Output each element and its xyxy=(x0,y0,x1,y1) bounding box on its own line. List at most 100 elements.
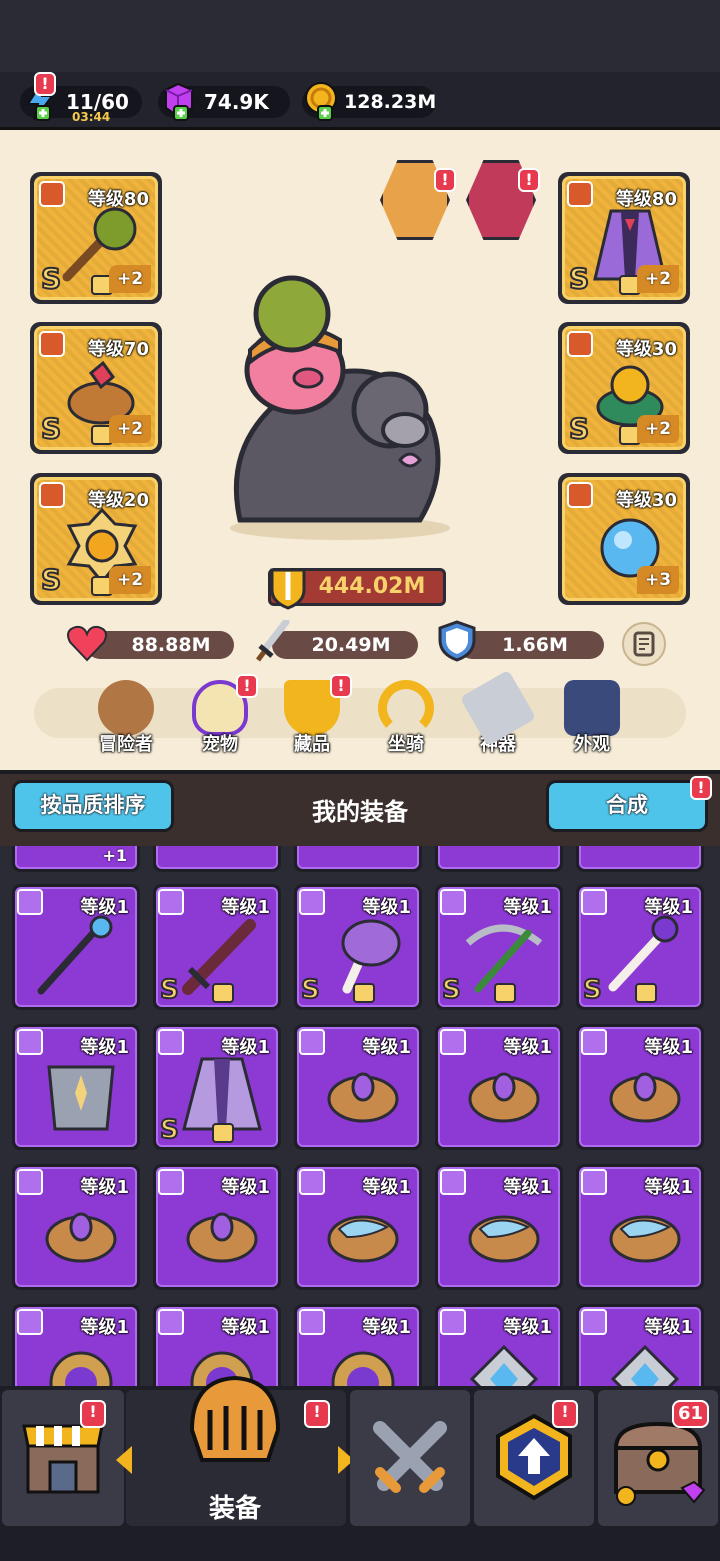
weapon-slot[interactable]: 等级80 S +2 xyxy=(30,172,162,304)
equipment-card[interactable]: 等级1 xyxy=(294,1304,422,1386)
power-sword-shield-icon xyxy=(270,568,306,610)
equipment-card[interactable] xyxy=(294,846,422,872)
item-type-icon xyxy=(17,1029,43,1055)
menu-adventurer[interactable]: 冒险者 xyxy=(86,680,166,760)
crystal-amulet-icon xyxy=(469,1344,539,1386)
item-level: 等级1 xyxy=(221,897,270,918)
equipment-alert-badge: ! xyxy=(304,1400,330,1428)
menu-label: 冒险者 xyxy=(99,734,153,755)
item-level: 等级1 xyxy=(80,1317,129,1338)
equipment-card[interactable]: 等级1 xyxy=(576,1024,704,1150)
equipment-card[interactable]: 等级1 S xyxy=(435,884,563,1010)
menu-outfit[interactable]: 外观 xyxy=(552,680,632,760)
item-level: 等级1 xyxy=(503,1317,552,1338)
menu-label: 宠物 xyxy=(202,734,238,755)
hp-value: 88.88M xyxy=(131,634,211,656)
sword-type-icon xyxy=(39,181,65,207)
equipment-card-body: 等级1 xyxy=(156,1167,278,1287)
collection-alert-badge: ! xyxy=(330,674,352,698)
equipment-card[interactable]: 等级1 S xyxy=(153,1024,281,1150)
equipment-card[interactable]: 等级1 xyxy=(12,884,140,1010)
item-type-icon xyxy=(17,1309,43,1335)
battle-swords-icon xyxy=(373,1421,447,1493)
item-type-icon xyxy=(581,1029,607,1055)
horseshoe-icon xyxy=(378,680,434,736)
item-type-icon xyxy=(581,1169,607,1195)
equipment-card[interactable]: 等级1 S xyxy=(153,884,281,1010)
equipment-card[interactable]: 等级1 xyxy=(435,1304,563,1386)
item-type-icon xyxy=(581,1309,607,1335)
item-level: 等级1 xyxy=(362,1037,411,1058)
equipment-card[interactable]: 等级1 S xyxy=(576,884,704,1010)
energy-alert-badge: ! xyxy=(34,72,56,96)
tab-battle[interactable] xyxy=(350,1390,470,1526)
ring-type-icon xyxy=(39,331,65,357)
lock-icon xyxy=(212,1123,234,1143)
magic-staff-icon xyxy=(37,915,113,995)
mage-alert-badge: ! xyxy=(518,168,540,192)
equipment-card[interactable]: 等级1 xyxy=(12,1304,140,1386)
menu-mount[interactable]: 坐骑 xyxy=(366,680,446,760)
equipment-card[interactable]: 等级1 S xyxy=(294,884,422,1010)
equipment-card[interactable]: 等级1 xyxy=(12,1024,140,1150)
item-level: 等级1 xyxy=(80,897,129,918)
equipment-helmet-icon xyxy=(189,1375,281,1462)
active-tab-label: 装备 xyxy=(208,1494,261,1524)
upgrade-alert-badge: ! xyxy=(552,1400,578,1428)
menu-label: 坐骑 xyxy=(388,734,424,755)
item-type-icon xyxy=(158,1309,184,1335)
equipment-card[interactable] xyxy=(153,846,281,872)
equipment-card[interactable]: 等级1 xyxy=(294,1164,422,1290)
defense-value: 1.66M xyxy=(502,634,568,656)
bracelet-slot[interactable]: 等级70 S +2 xyxy=(30,322,162,454)
item-type-icon xyxy=(158,1029,184,1055)
grade-label: S xyxy=(568,411,590,446)
equipment-card[interactable]: 等级1 xyxy=(576,1164,704,1290)
equipment-card[interactable]: 等级1 xyxy=(435,1164,563,1290)
crystal-amulet-icon xyxy=(610,1344,680,1386)
necklace-slot[interactable]: 等级30 +3 xyxy=(558,473,690,605)
enhance-level: +2 xyxy=(109,265,151,293)
treasure-chest-icon xyxy=(613,1421,706,1506)
equipment-card[interactable]: +1 xyxy=(12,846,140,872)
equipment-card[interactable]: 等级1 xyxy=(12,1164,140,1290)
chest-count-badge: 61 xyxy=(672,1400,710,1428)
item-type-icon xyxy=(299,1029,325,1055)
item-level: 等级1 xyxy=(503,1037,552,1058)
merge-button[interactable]: 合成 xyxy=(546,780,708,832)
equipment-card-body: 等级1 xyxy=(438,1307,560,1386)
menu-artifact[interactable]: 神器 xyxy=(458,669,538,760)
item-type-icon xyxy=(440,1309,466,1335)
item-type-icon xyxy=(440,1029,466,1055)
item-type-icon xyxy=(440,889,466,915)
amulet-slot[interactable]: 等级20 S +2 xyxy=(30,473,162,605)
hero-character[interactable] xyxy=(200,270,460,550)
equipment-card-body: 等级1 xyxy=(297,1027,419,1147)
equipment-card-body: 等级1 xyxy=(579,1027,701,1147)
attack-stat: 20.49M xyxy=(272,631,418,659)
nav-left-arrow-icon[interactable] xyxy=(116,1446,132,1474)
grade-label: S xyxy=(568,261,590,296)
equipment-card[interactable] xyxy=(435,846,563,872)
equipment-card[interactable]: 等级1 xyxy=(576,1304,704,1386)
item-level: 等级1 xyxy=(221,1037,270,1058)
gem-bracelet-icon xyxy=(186,1212,258,1263)
gem-counter[interactable]: 74.9K xyxy=(158,82,290,121)
item-type-icon xyxy=(299,1169,325,1195)
equipment-card[interactable] xyxy=(576,846,704,872)
item-type-icon xyxy=(299,1309,325,1335)
gold-counter[interactable]: 128.23M xyxy=(302,82,436,121)
document-list-icon xyxy=(633,631,655,657)
armor-slot[interactable]: 等级80 S +2 xyxy=(558,172,690,304)
stats-detail-button[interactable] xyxy=(622,622,666,666)
pet-alert-badge: ! xyxy=(236,674,258,698)
equipment-card[interactable]: 等级1 xyxy=(435,1024,563,1150)
wave-bracelet-icon xyxy=(468,1215,540,1263)
necklace-type-icon xyxy=(567,482,593,508)
eye-amulet-icon xyxy=(49,1351,113,1386)
ring-slot[interactable]: 等级30 S +2 xyxy=(558,322,690,454)
equipment-card[interactable]: 等级1 xyxy=(153,1164,281,1290)
energy-timer: 03:44 xyxy=(72,110,111,124)
grade-label: S xyxy=(159,974,180,1005)
equipment-card[interactable]: 等级1 xyxy=(294,1024,422,1150)
